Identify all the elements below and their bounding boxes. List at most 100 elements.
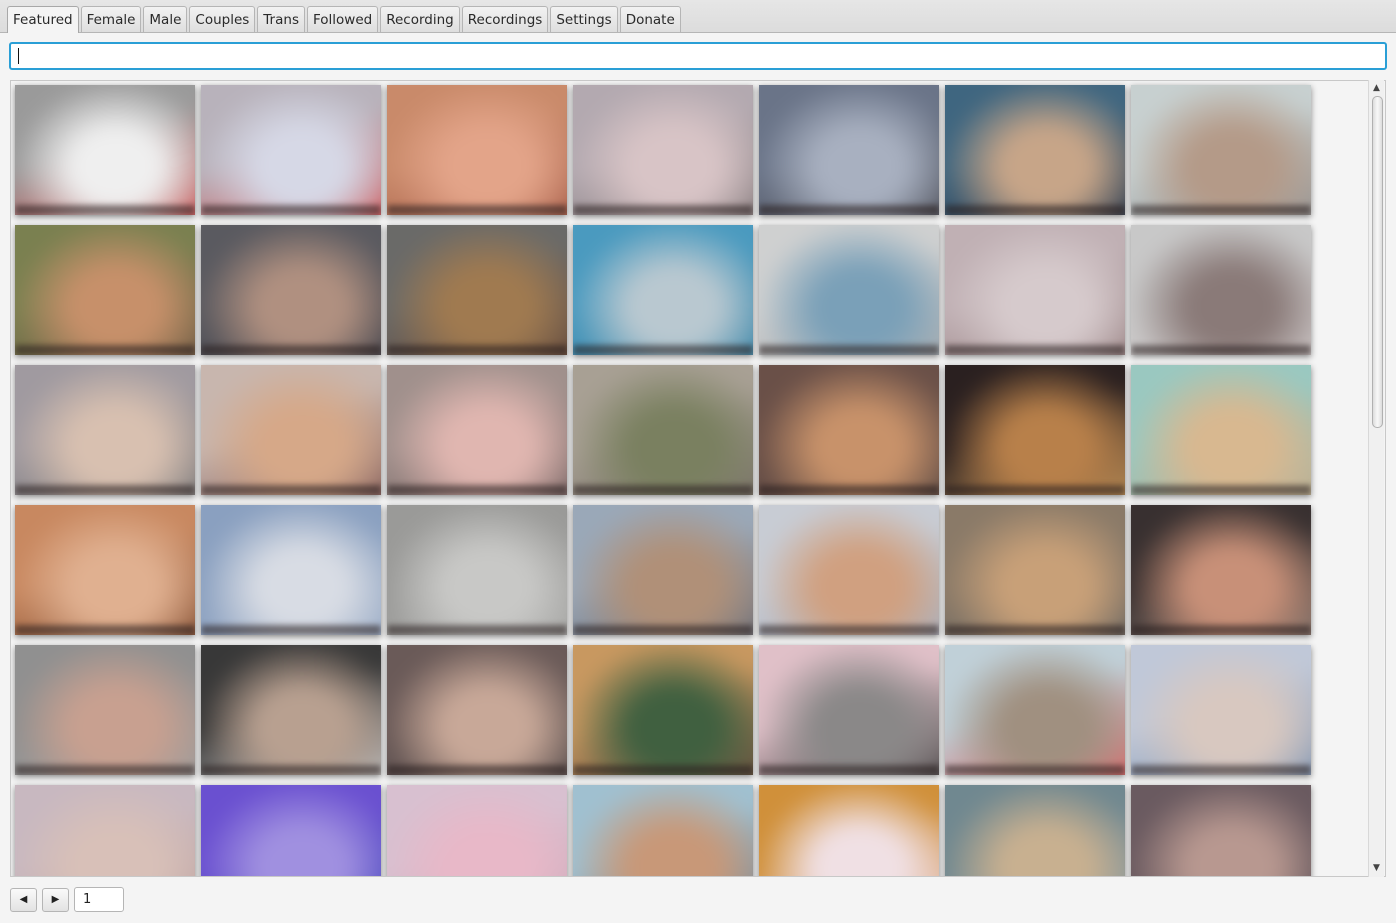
thumbnail-image [1131, 785, 1311, 876]
thumbnail-caption-bar [15, 765, 195, 775]
stream-thumbnail[interactable] [573, 505, 753, 635]
stream-thumbnail[interactable] [1131, 505, 1311, 635]
thumbnail-caption-bar [201, 345, 381, 355]
thumbnail-image [573, 365, 753, 495]
thumbnail-image [759, 85, 939, 215]
scrollbar-thumb[interactable] [1372, 96, 1383, 428]
tab-recordings[interactable]: Recordings [461, 6, 549, 32]
stream-thumbnail[interactable] [573, 85, 753, 215]
tab-settings[interactable]: Settings [550, 6, 618, 32]
stream-thumbnail[interactable] [201, 785, 381, 876]
stream-thumbnail[interactable] [573, 785, 753, 876]
thumbnail-image [15, 785, 195, 876]
stream-thumbnail[interactable] [759, 785, 939, 876]
pagination: ◀ ▶ 1 [10, 887, 124, 912]
stream-thumbnail[interactable] [573, 365, 753, 495]
thumbnail-caption-bar [573, 485, 753, 495]
thumbnail-image [1131, 645, 1311, 775]
chevron-up-icon[interactable]: ▲ [1369, 81, 1384, 95]
stream-thumbnail[interactable] [1131, 225, 1311, 355]
stream-thumbnail[interactable] [387, 85, 567, 215]
stream-thumbnail[interactable] [15, 225, 195, 355]
stream-thumbnail[interactable] [387, 505, 567, 635]
stream-thumbnail[interactable] [387, 225, 567, 355]
stream-thumbnail[interactable] [945, 365, 1125, 495]
thumbnail-caption-bar [1131, 345, 1311, 355]
stream-thumbnail[interactable] [945, 85, 1125, 215]
thumbnail-image [201, 85, 381, 215]
stream-thumbnail[interactable] [1131, 365, 1311, 495]
thumbnail-image [387, 365, 567, 495]
stream-thumbnail[interactable] [201, 85, 381, 215]
tab-bar: Featured Female Male Couples Trans Followed Re… [0, 0, 1396, 33]
thumbnail-caption-bar [1131, 205, 1311, 215]
next-page-button[interactable]: ▶ [42, 887, 69, 912]
tab-trans[interactable]: Trans [257, 6, 305, 32]
thumbnail-caption-bar [945, 345, 1125, 355]
stream-thumbnail[interactable] [201, 645, 381, 775]
stream-thumbnail[interactable] [945, 645, 1125, 775]
stream-thumbnail[interactable] [759, 505, 939, 635]
thumbnail-image [759, 225, 939, 355]
stream-thumbnail[interactable] [201, 365, 381, 495]
stream-thumbnail[interactable] [1131, 645, 1311, 775]
thumbnail-caption-bar [573, 765, 753, 775]
tab-female[interactable]: Female [80, 6, 142, 32]
stream-thumbnail[interactable] [759, 365, 939, 495]
thumbnail-caption-bar [15, 345, 195, 355]
thumbnail-grid-frame[interactable] [10, 80, 1386, 877]
stream-thumbnail[interactable] [759, 225, 939, 355]
stream-thumbnail[interactable] [15, 645, 195, 775]
search-input[interactable] [9, 42, 1387, 70]
stream-thumbnail[interactable] [387, 645, 567, 775]
thumbnail-image [945, 365, 1125, 495]
stream-thumbnail[interactable] [15, 785, 195, 876]
tab-couples[interactable]: Couples [189, 6, 256, 32]
thumbnail-caption-bar [573, 205, 753, 215]
thumbnail-caption-bar [945, 205, 1125, 215]
tab-male[interactable]: Male [143, 6, 188, 32]
stream-thumbnail[interactable] [1131, 85, 1311, 215]
stream-thumbnail[interactable] [387, 365, 567, 495]
thumbnail-caption-bar [15, 485, 195, 495]
thumbnail-caption-bar [201, 765, 381, 775]
stream-thumbnail[interactable] [759, 85, 939, 215]
thumbnail-image [201, 365, 381, 495]
stream-thumbnail[interactable] [201, 225, 381, 355]
stream-thumbnail[interactable] [201, 505, 381, 635]
stream-thumbnail[interactable] [1131, 785, 1311, 876]
tab-donate[interactable]: Donate [619, 6, 681, 32]
thumbnail-image [1131, 505, 1311, 635]
thumbnail-image [945, 645, 1125, 775]
thumbnail-image [945, 505, 1125, 635]
vertical-scrollbar[interactable]: ▲ ▼ [1368, 80, 1384, 877]
previous-page-button[interactable]: ◀ [10, 887, 37, 912]
stream-thumbnail[interactable] [15, 365, 195, 495]
thumbnail-image [573, 785, 753, 876]
stream-thumbnail[interactable] [945, 225, 1125, 355]
tab-featured[interactable]: Featured [7, 6, 79, 33]
stream-thumbnail[interactable] [945, 785, 1125, 876]
thumbnail-image [573, 225, 753, 355]
thumbnail-caption-bar [573, 625, 753, 635]
stream-thumbnail[interactable] [387, 785, 567, 876]
thumbnail-image [1131, 365, 1311, 495]
stream-thumbnail[interactable] [15, 505, 195, 635]
thumbnail-image [573, 505, 753, 635]
thumbnail-image [15, 85, 195, 215]
thumbnail-image [1131, 85, 1311, 215]
tab-recording[interactable]: Recording [380, 6, 460, 32]
stream-thumbnail[interactable] [15, 85, 195, 215]
tab-followed[interactable]: Followed [306, 6, 379, 32]
text-caret [18, 48, 19, 64]
stream-thumbnail[interactable] [573, 225, 753, 355]
thumbnail-caption-bar [387, 345, 567, 355]
page-number-input[interactable]: 1 [74, 887, 124, 912]
stream-thumbnail[interactable] [759, 645, 939, 775]
thumbnail-image [759, 505, 939, 635]
stream-thumbnail[interactable] [573, 645, 753, 775]
thumbnail-caption-bar [387, 625, 567, 635]
thumbnail-image [387, 225, 567, 355]
stream-thumbnail[interactable] [945, 505, 1125, 635]
chevron-down-icon[interactable]: ▼ [1369, 861, 1384, 875]
